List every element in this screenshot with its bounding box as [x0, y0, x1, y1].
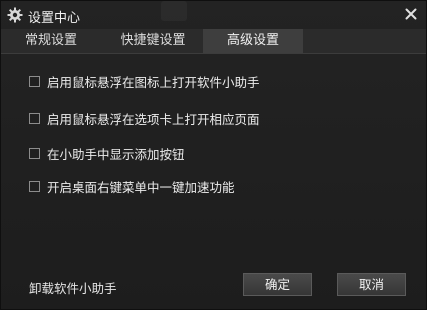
option-label: 启用鼠标悬浮在图标上打开软件小助手 — [47, 74, 260, 90]
ok-button[interactable]: 确定 — [243, 273, 312, 296]
settings-dialog: 设置中心 常规设置 快捷键设置 高级设置 启用鼠标悬浮在图标上打开软件小助手 启… — [0, 0, 427, 310]
tab-advanced[interactable]: 高级设置 — [203, 29, 303, 53]
checkbox[interactable] — [29, 180, 40, 192]
option-label: 在小助手中显示添加按钮 — [47, 146, 185, 162]
dialog-title: 设置中心 — [28, 11, 81, 26]
cancel-button[interactable]: 取消 — [337, 273, 406, 296]
option-show-add-button[interactable]: 在小助手中显示添加按钮 — [29, 145, 185, 162]
option-context-menu-speedup[interactable]: 开启桌面右键菜单中一键加速功能 — [29, 178, 235, 195]
title-bar: 设置中心 — [1, 1, 426, 29]
option-hover-tab-open-page[interactable]: 启用鼠标悬浮在选项卡上打开相应页面 — [29, 110, 260, 127]
uninstall-assistant-link[interactable]: 卸载软件小助手 — [29, 278, 117, 297]
checkbox[interactable] — [29, 75, 40, 87]
close-icon[interactable] — [403, 6, 419, 22]
checkbox[interactable] — [29, 112, 40, 124]
checkbox[interactable] — [29, 147, 40, 159]
tab-shortcuts[interactable]: 快捷键设置 — [103, 29, 203, 53]
option-label: 启用鼠标悬浮在选项卡上打开相应页面 — [47, 111, 260, 127]
tab-general[interactable]: 常规设置 — [1, 29, 101, 53]
gear-icon — [7, 7, 23, 23]
option-label: 开启桌面右键菜单中一键加速功能 — [47, 179, 235, 195]
settings-tabs: 常规设置 快捷键设置 高级设置 — [1, 29, 426, 54]
option-hover-icon-assistant[interactable]: 启用鼠标悬浮在图标上打开软件小助手 — [29, 73, 260, 90]
